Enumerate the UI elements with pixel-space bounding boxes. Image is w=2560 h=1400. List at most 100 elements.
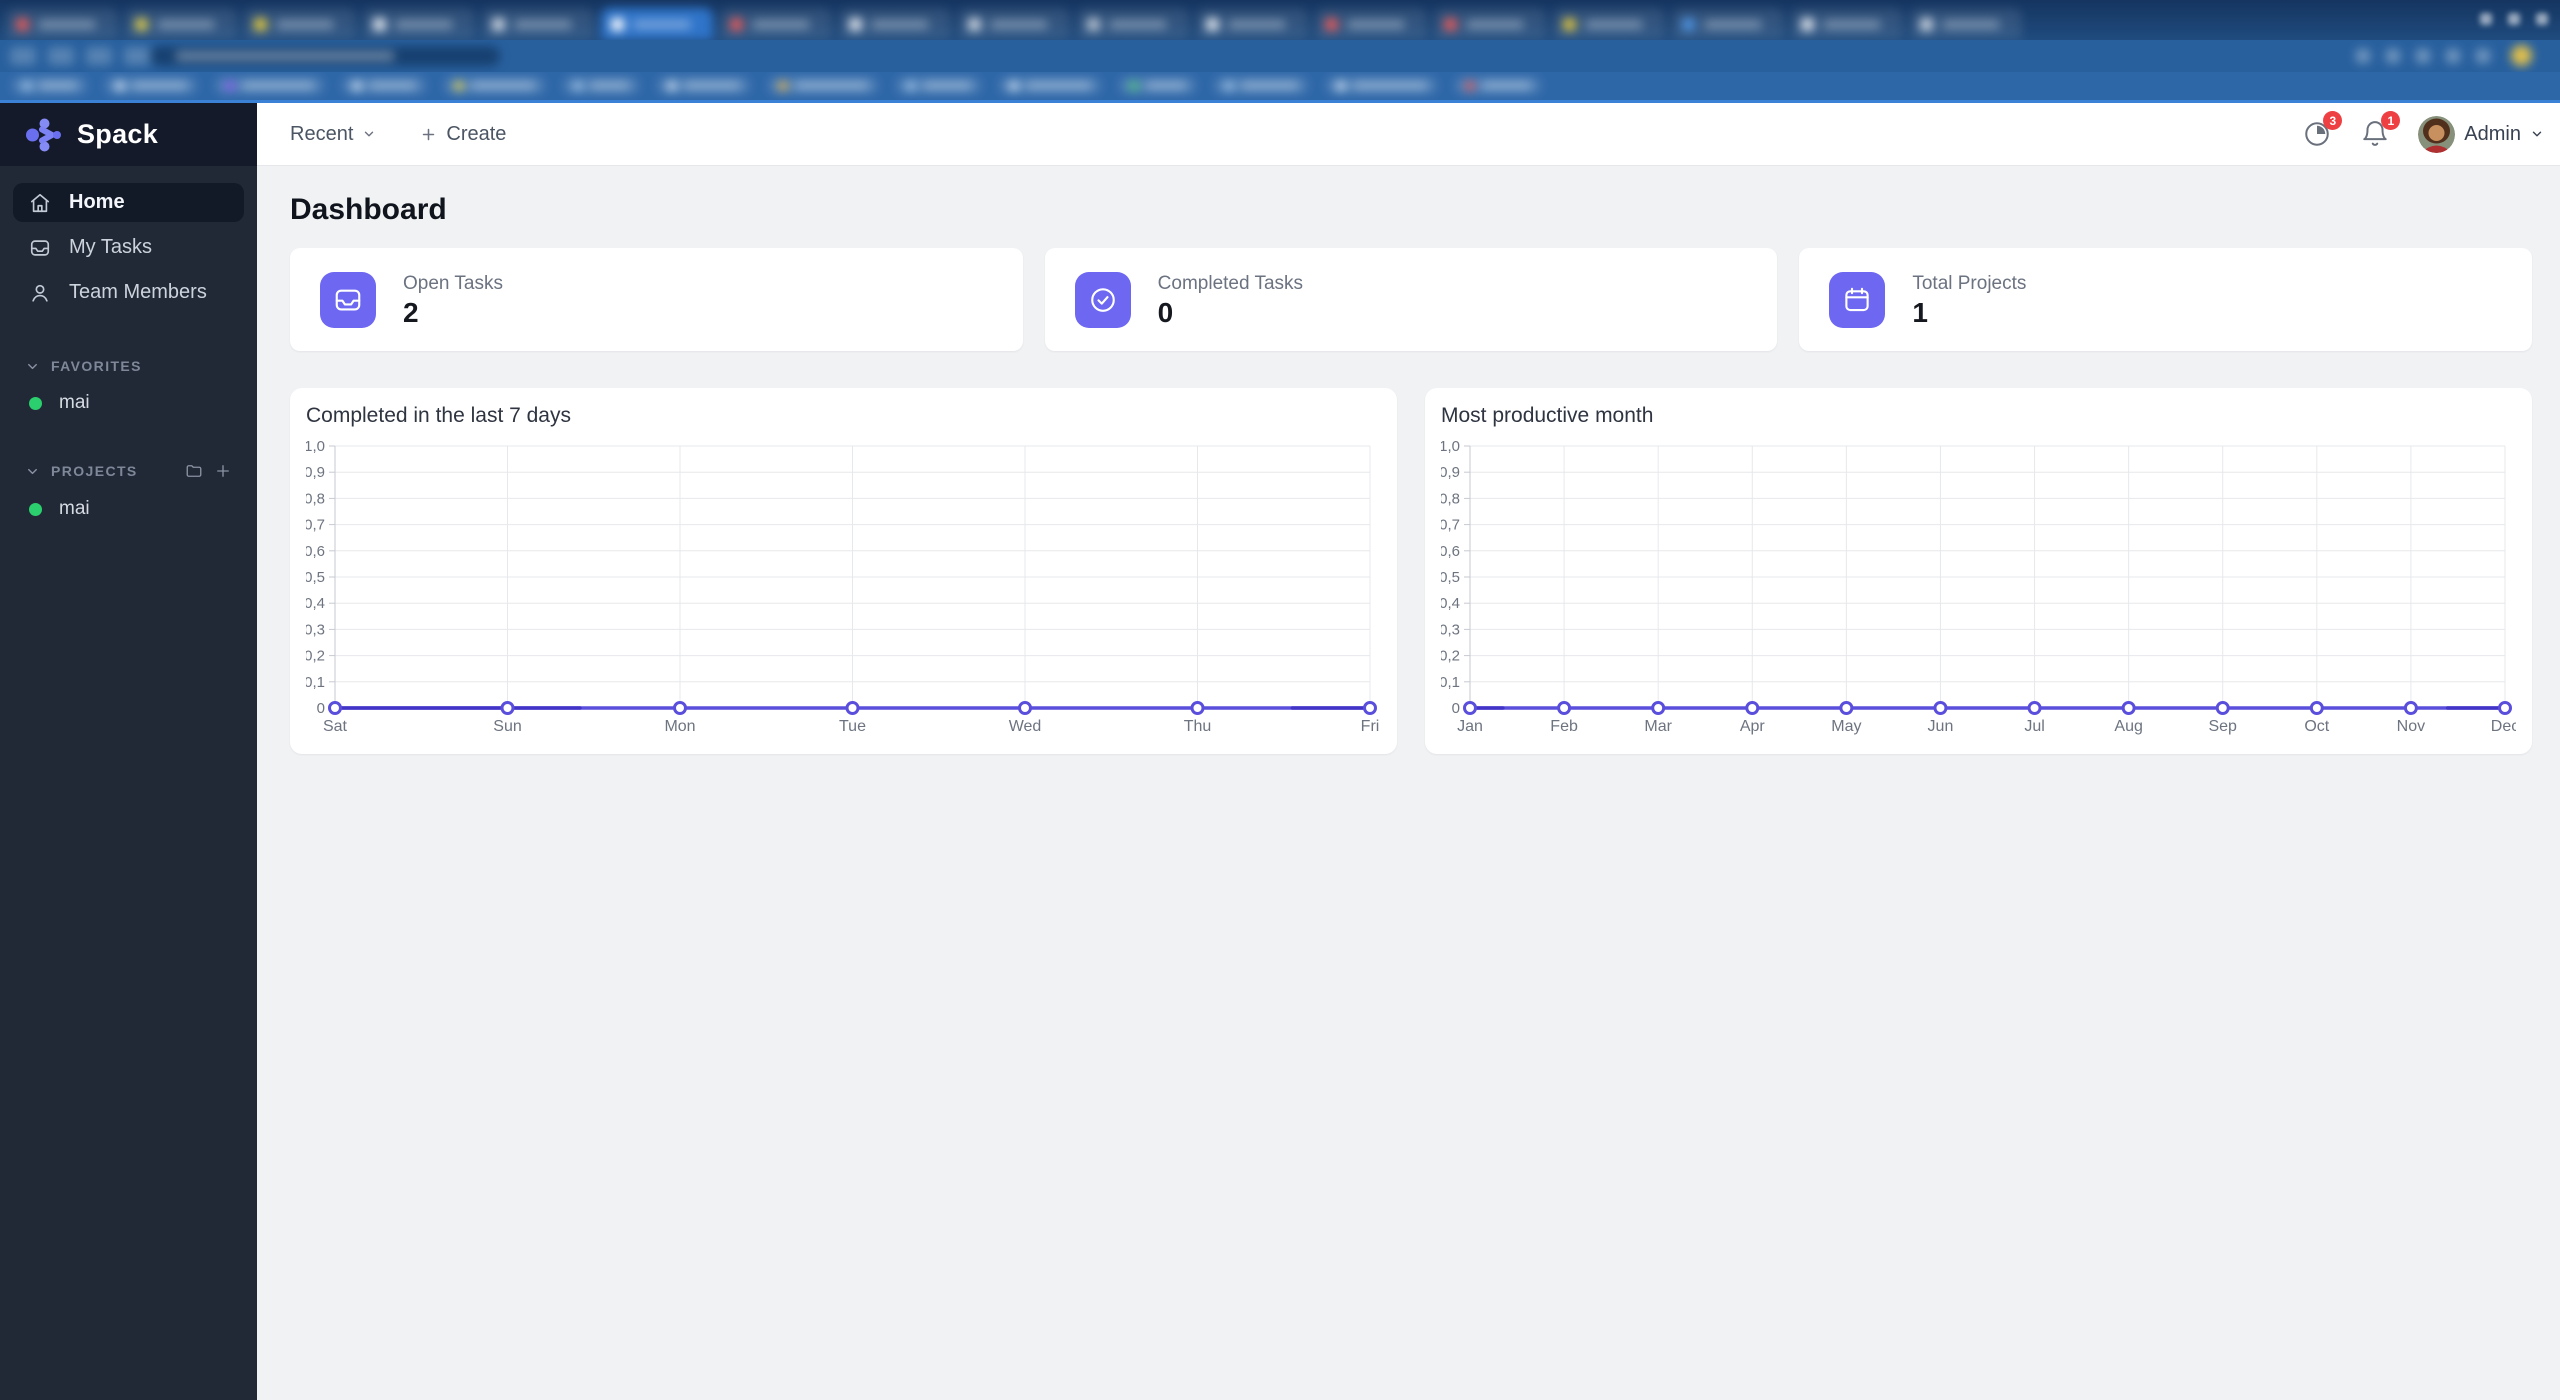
user-menu[interactable]: Admin [2418,115,2544,153]
inbox-icon [320,271,376,328]
user-label: Admin [2464,122,2521,145]
bookmark-item[interactable] [1214,77,1308,94]
bookmark-title [242,82,314,89]
browser-chrome [0,0,2560,103]
tab-title [276,19,334,29]
stat-value: 2 [403,296,419,328]
browser-tab[interactable] [1315,8,1427,40]
browser-tab[interactable] [125,8,237,40]
tab-favicon-icon [849,17,862,31]
svg-text:Mon: Mon [664,718,695,735]
browser-tab[interactable] [482,8,594,40]
extension-icon[interactable] [2356,49,2370,63]
svg-text:Oct: Oct [2304,718,2329,735]
recent-dropdown[interactable]: Recent [290,123,376,146]
stat-card-open-tasks: Open Tasks 2 [290,248,1023,351]
nav-back-icon[interactable] [10,47,36,65]
bookmark-item[interactable] [999,77,1101,94]
svg-text:Wed: Wed [1009,718,1042,735]
project-item-mai[interactable]: mai [13,490,244,528]
bookmark-item[interactable] [12,77,87,94]
browser-tab[interactable] [1553,8,1665,40]
bookmark-item[interactable] [1326,77,1437,94]
projects-section: PROJECTS mai [0,462,257,528]
bookmark-item[interactable] [105,77,197,94]
tab-favicon-icon [968,17,981,31]
stat-cards-row: Open Tasks 2 Completed Tasks 0 Total Pro… [290,248,2533,351]
browser-tab[interactable] [839,8,951,40]
window-controls[interactable] [2480,13,2548,25]
browser-tab[interactable] [1910,8,2022,40]
time-tracking-button[interactable]: 3 [2302,111,2343,149]
browser-tab[interactable] [601,8,713,40]
topbar-right: 3 1 Admin [2302,111,2544,153]
bookmark-item[interactable] [1119,77,1196,94]
svg-text:0,7: 0,7 [1441,517,1460,534]
browser-tab[interactable] [363,8,475,40]
add-project-plus-icon[interactable] [214,462,232,480]
recent-label: Recent [290,122,354,145]
svg-text:Tue: Tue [839,718,866,735]
browser-tab[interactable] [1077,8,1189,40]
extension-icon[interactable] [2416,49,2430,63]
sidebar-item-team-members[interactable]: Team Members [13,273,244,312]
nav-forward-icon[interactable] [48,47,74,65]
browser-tab[interactable] [958,8,1070,40]
svg-text:Jun: Jun [1928,718,1954,735]
bookmark-item[interactable] [215,77,324,94]
browser-tab[interactable] [720,8,832,40]
tab-title [990,19,1048,29]
svg-text:Thu: Thu [1184,718,1212,735]
browser-tab[interactable] [1791,8,1903,40]
extension-icon[interactable] [2386,49,2400,63]
tab-title [1466,19,1524,29]
browser-tab[interactable] [1196,8,1308,40]
projects-section-header[interactable]: PROJECTS [13,462,244,480]
bookmark-favicon-icon [778,80,788,91]
svg-text:Jan: Jan [1457,718,1483,735]
bookmark-item[interactable] [768,77,878,94]
bookmark-item[interactable] [1455,77,1541,94]
favorites-section-header[interactable]: FAVORITES [13,358,244,374]
address-text [175,51,395,61]
bookmark-item[interactable] [563,77,639,94]
extension-icon[interactable] [2476,49,2490,63]
svg-text:0,5: 0,5 [1441,569,1460,586]
bookmark-items[interactable] [0,72,2560,100]
browser-tab[interactable] [244,8,356,40]
create-button[interactable]: Create [420,123,506,146]
browser-profile-avatar[interactable] [2511,45,2532,66]
nav-reload-icon[interactable] [86,47,112,65]
browser-tab[interactable] [6,8,118,40]
chevron-down-icon [25,464,40,479]
sidebar-item-home[interactable]: Home [13,183,244,222]
bookmark-favicon-icon [1224,80,1234,91]
svg-text:Sep: Sep [2208,718,2237,735]
bookmark-item[interactable] [444,77,545,94]
bookmark-item[interactable] [342,77,426,94]
browse-projects-folder-icon[interactable] [185,462,203,480]
bookmark-title [1241,82,1298,89]
svg-text:May: May [1831,718,1861,735]
browser-tab[interactable] [1672,8,1784,40]
stat-label: Total Projects [1912,272,2027,294]
bookmark-item[interactable] [657,77,750,94]
sidebar-item-my-tasks[interactable]: My Tasks [13,228,244,267]
svg-text:0,1: 0,1 [306,674,325,691]
logo[interactable]: Spack [0,103,257,166]
browser-tab[interactable] [1434,8,1546,40]
notifications-button[interactable]: 1 [2360,111,2401,149]
svg-text:Jul: Jul [2024,718,2044,735]
tab-title [1109,19,1167,29]
sidebar-nav: Home My Tasks Team Members [0,166,257,318]
svg-text:0,2: 0,2 [306,648,325,665]
bookmark-title [923,82,971,89]
extension-icon[interactable] [2446,49,2460,63]
bookmark-item[interactable] [896,77,981,94]
favorite-item-mai[interactable]: mai [13,384,244,422]
chart-title: Most productive month [1441,404,1654,427]
browser-tabs[interactable] [6,8,2022,40]
nav-home-icon[interactable] [124,47,150,65]
tab-favicon-icon [1206,17,1219,31]
svg-text:Nov: Nov [2397,718,2425,735]
